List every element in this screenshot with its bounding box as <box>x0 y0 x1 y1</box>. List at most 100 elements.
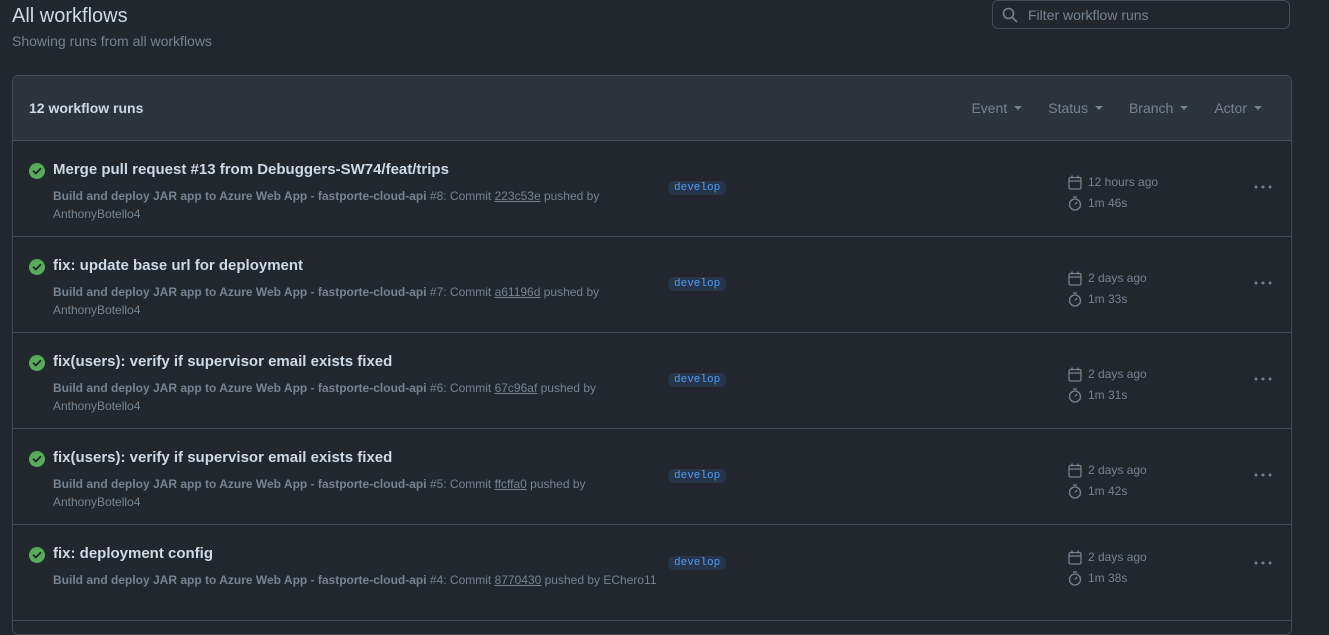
commit-sha-link[interactable]: ffcffa0 <box>495 477 527 491</box>
actor-name: AnthonyBotello4 <box>53 399 141 413</box>
run-meta: Build and deploy JAR app to Azure Web Ap… <box>53 475 613 511</box>
kebab-horizontal-icon[interactable] <box>1253 371 1273 387</box>
run-time: 2 days ago <box>1088 271 1147 285</box>
run-title[interactable]: fix: update base url for deployment <box>53 257 303 274</box>
run-meta: Build and deploy JAR app to Azure Web Ap… <box>53 571 673 589</box>
workflow-name: Build and deploy JAR app to Azure Web Ap… <box>53 477 427 491</box>
run-title[interactable]: Merge pull request #13 from Debuggers-SW… <box>53 161 449 178</box>
workflow-run-row: fix: update base url for deployment Buil… <box>13 237 1291 333</box>
status-filter-label: Status <box>1048 100 1088 116</box>
caret-down-icon <box>1254 106 1262 110</box>
run-duration: 1m 31s <box>1088 388 1128 402</box>
run-duration: 1m 46s <box>1088 196 1128 210</box>
pushed-by-text: pushed by <box>526 477 586 491</box>
workflow-name: Build and deploy JAR app to Azure Web Ap… <box>53 381 427 395</box>
commit-sha-link[interactable]: a61196d <box>495 285 541 299</box>
actor-filter-label: Actor <box>1214 100 1247 116</box>
branch-filter[interactable]: Branch <box>1128 100 1189 116</box>
calendar-icon <box>1068 550 1082 565</box>
run-number: #8: Commit <box>426 189 495 203</box>
check-circle-fill-icon <box>29 163 45 179</box>
page-subtitle: Showing runs from all workflows <box>12 33 212 49</box>
pushed-by-text: pushed by <box>537 381 596 395</box>
run-duration: 1m 38s <box>1088 571 1128 585</box>
run-meta: Build and deploy JAR app to Azure Web Ap… <box>53 379 613 415</box>
run-duration: 1m 33s <box>1088 292 1128 306</box>
commit-sha-link[interactable]: 8770430 <box>495 573 542 587</box>
run-timing: 2 days ago 1m 31s <box>1068 364 1147 406</box>
workflow-run-row: Merge pull request #13 from Debuggers-SW… <box>13 141 1291 237</box>
run-number: #5: Commit <box>426 477 495 491</box>
status-filter[interactable]: Status <box>1048 100 1103 116</box>
branch-filter-label: Branch <box>1128 100 1174 116</box>
run-timing: 12 hours ago 1m 46s <box>1068 172 1158 214</box>
run-timing: 2 days ago 1m 42s <box>1068 460 1147 502</box>
search-icon <box>1002 7 1018 22</box>
run-time: 2 days ago <box>1088 550 1147 564</box>
branch-label[interactable]: develop <box>668 556 727 570</box>
run-title[interactable]: fix(users): verify if supervisor email e… <box>53 449 392 466</box>
stopwatch-icon <box>1068 571 1082 586</box>
calendar-icon <box>1068 175 1082 190</box>
run-meta: Build and deploy JAR app to Azure Web Ap… <box>53 283 613 319</box>
pushed-by-text: pushed by <box>541 573 604 587</box>
stopwatch-icon <box>1068 484 1082 499</box>
kebab-horizontal-icon[interactable] <box>1253 275 1273 291</box>
calendar-icon <box>1068 463 1082 478</box>
workflow-name: Build and deploy JAR app to Azure Web Ap… <box>53 285 427 299</box>
run-timing: 2 days ago 1m 33s <box>1068 268 1147 310</box>
run-meta: Build and deploy JAR app to Azure Web Ap… <box>53 187 613 223</box>
kebab-horizontal-icon[interactable] <box>1253 179 1273 195</box>
kebab-horizontal-icon[interactable] <box>1253 555 1273 571</box>
run-title[interactable]: fix: deployment config <box>53 545 213 562</box>
workflow-run-row: fix: deployment config Build and deploy … <box>13 525 1291 621</box>
commit-sha-link[interactable]: 67c96af <box>495 381 538 395</box>
check-circle-fill-icon <box>29 259 45 275</box>
run-timing: 2 days ago 1m 38s <box>1068 547 1147 589</box>
caret-down-icon <box>1180 106 1189 110</box>
check-circle-fill-icon <box>29 547 45 563</box>
filter-bar: Event Status Branch Actor <box>971 100 1262 116</box>
run-title[interactable]: fix(users): verify if supervisor email e… <box>53 353 392 370</box>
workflow-name: Build and deploy JAR app to Azure Web Ap… <box>53 573 427 587</box>
actor-filter[interactable]: Actor <box>1214 100 1262 116</box>
run-count: 12 workflow runs <box>29 100 144 116</box>
pushed-by-text: pushed by <box>540 285 600 299</box>
branch-label[interactable]: develop <box>668 181 727 195</box>
run-time: 2 days ago <box>1088 367 1147 381</box>
actor-name: EChero11 <box>603 573 657 587</box>
run-time: 12 hours ago <box>1088 175 1159 189</box>
actor-name: AnthonyBotello4 <box>53 207 141 221</box>
event-filter-label: Event <box>971 100 1008 116</box>
run-number: #7: Commit <box>426 285 495 299</box>
caret-down-icon <box>1094 106 1103 110</box>
calendar-icon <box>1068 271 1082 286</box>
run-number: #4: Commit <box>426 573 495 587</box>
run-number: #6: Commit <box>426 381 495 395</box>
workflow-name: Build and deploy JAR app to Azure Web Ap… <box>53 189 427 203</box>
run-time: 2 days ago <box>1088 463 1147 477</box>
calendar-icon <box>1068 367 1082 382</box>
run-duration: 1m 42s <box>1088 484 1128 498</box>
workflow-run-row: fix(users): verify if supervisor email e… <box>13 429 1291 525</box>
stopwatch-icon <box>1068 292 1082 307</box>
pushed-by-text: pushed by <box>540 189 600 203</box>
event-filter[interactable]: Event <box>971 100 1023 116</box>
branch-label[interactable]: develop <box>668 277 727 291</box>
actor-name: AnthonyBotello4 <box>53 495 141 509</box>
stopwatch-icon <box>1068 196 1082 211</box>
branch-label[interactable]: develop <box>668 469 727 483</box>
caret-down-icon <box>1014 106 1023 110</box>
branch-label[interactable]: develop <box>668 373 727 387</box>
stopwatch-icon <box>1068 388 1082 403</box>
check-circle-fill-icon <box>29 355 45 371</box>
commit-sha-link[interactable]: 223c53e <box>495 189 541 203</box>
workflow-run-row: fix(users): verify if supervisor email e… <box>13 333 1291 429</box>
filter-runs-search[interactable] <box>992 0 1290 29</box>
check-circle-fill-icon <box>29 451 45 467</box>
actor-name: AnthonyBotello4 <box>53 303 141 317</box>
filter-runs-input[interactable] <box>1026 5 1280 24</box>
workflow-runs-list: 12 workflow runs Event Status Branch Act… <box>12 75 1292 635</box>
list-header: 12 workflow runs Event Status Branch Act… <box>13 76 1291 141</box>
kebab-horizontal-icon[interactable] <box>1253 467 1273 483</box>
